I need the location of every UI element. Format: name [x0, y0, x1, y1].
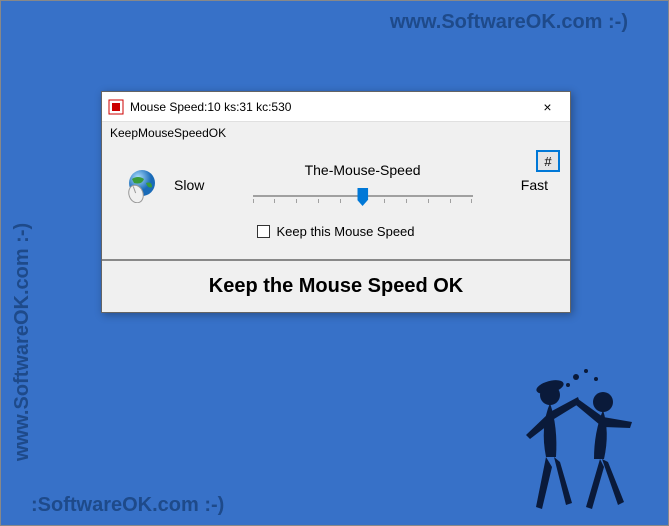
slider-container: The-Mouse-Speed: [214, 162, 510, 208]
menu-keepmousespeedok[interactable]: KeepMouseSpeedOK: [110, 126, 226, 140]
slider-title: The-Mouse-Speed: [305, 162, 421, 178]
watermark-top: www.SoftwareOK.com :-): [390, 11, 628, 34]
checkbox-label: Keep this Mouse Speed: [276, 224, 414, 239]
watermark-bottom: :SoftwareOK.com :-): [31, 494, 224, 517]
hash-icon: #: [544, 154, 551, 169]
dancers-illustration: [508, 367, 648, 517]
keep-speed-checkbox[interactable]: [257, 225, 270, 238]
slow-label: Slow: [174, 177, 204, 193]
globe-mouse-icon: [124, 167, 160, 203]
titlebar[interactable]: Mouse Speed:10 ks:31 kc:530 ×: [102, 92, 570, 122]
speed-slider[interactable]: [253, 184, 473, 208]
application-window: Mouse Speed:10 ks:31 kc:530 × KeepMouseS…: [101, 91, 571, 313]
checkbox-row: Keep this Mouse Speed: [124, 224, 548, 239]
hash-button[interactable]: #: [536, 150, 560, 172]
fast-label: Fast: [521, 177, 548, 193]
watermark-left: www.SoftwareOK.com :-): [11, 223, 34, 461]
window-title: Mouse Speed:10 ks:31 kc:530: [130, 100, 525, 114]
speed-row: Slow The-Mouse-Speed Fast: [124, 162, 548, 208]
footer-text: Keep the Mouse Speed OK: [102, 261, 570, 312]
app-icon: [108, 99, 124, 115]
content-area: # Slow: [102, 144, 570, 253]
close-icon: ×: [543, 99, 551, 115]
close-button[interactable]: ×: [525, 92, 570, 121]
menubar: KeepMouseSpeedOK: [102, 122, 570, 144]
